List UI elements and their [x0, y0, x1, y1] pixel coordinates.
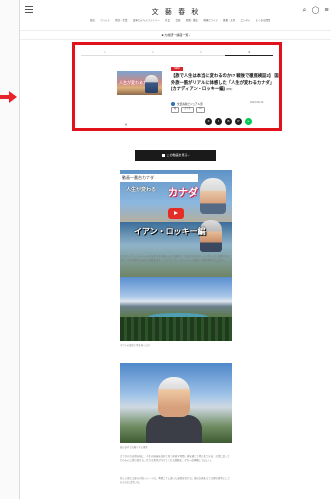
body-paragraph: カナディアン・ロッキーの大自然へ足を踏み入れた筆者が、その壮大なスケールと美しさ…	[120, 255, 230, 263]
series-link-bar[interactable]: ■ 大前研一講座一覧 ›	[20, 30, 331, 40]
landscape-photo	[120, 277, 232, 341]
nav-item-health[interactable]: 健康とライフ	[203, 18, 217, 26]
article-thumbnail[interactable]: 人生が変わるカナダ	[117, 71, 162, 95]
video-headline-small: 人生が変わる	[126, 187, 157, 193]
share-x-icon[interactable]: X	[205, 118, 212, 125]
share-hatena-icon[interactable]: B	[225, 118, 232, 125]
nav-item-society[interactable]: 社会	[165, 18, 170, 26]
thumbnail-person	[145, 75, 158, 93]
author-row[interactable]: 文藝春秋ビジュアル部	[171, 101, 203, 106]
video-name-overlay: イアン・ロッキー編	[134, 227, 206, 236]
article-edition: (PR)	[226, 87, 233, 92]
page: 文 藝 春 秋 ⌕ ◯ ≡ 政治 ワールド 経済・企業 皇室/ロイヤルファミリー…	[19, 0, 331, 499]
nav-item-politics[interactable]: 政治	[90, 18, 95, 26]
user-icon[interactable]: ◯	[311, 6, 320, 15]
portrait-photo	[120, 363, 232, 443]
tab-page-2[interactable]: 2	[129, 48, 177, 56]
tag-item[interactable]: カナダ	[181, 107, 194, 113]
share-buttons: X f B P L	[205, 118, 255, 125]
share-pocket-icon[interactable]: P	[235, 118, 242, 125]
expand-caret-icon[interactable]: ▼	[124, 122, 128, 127]
nav-item-world[interactable]: ワールド	[100, 18, 110, 26]
site-logo[interactable]: 文 藝 春 秋	[20, 7, 331, 17]
pagination-tabs: 1 2 3 4	[81, 48, 273, 56]
nav-item-royal[interactable]: 皇室/ロイヤルファミリー	[133, 18, 160, 26]
main-nav: 政治 ワールド 経済・企業 皇室/ロイヤルファミリー 社会 芸能 新聞・雑誌 健…	[90, 18, 270, 26]
body-paragraph: 美しい湖と山並みが続くルートは、季節ごとに違った表情を見せる。旅の計画を立てる際…	[120, 477, 230, 485]
tag-item[interactable]: PR	[195, 107, 205, 113]
video-headline-big: カナダ	[168, 188, 198, 199]
video-person-top	[200, 178, 226, 214]
article-body: この動画を見る › 動画一番台カナダ 人生が変わる カナダ イアン・ロッキー編 …	[20, 131, 331, 499]
photo-caption: ボウ川の風景と雪を頂く山々	[120, 345, 150, 347]
article-title-text: 【旅で人生は本当に変わるのか!? 戦後で徹底検証2】 国外旅一筋がリアルに体感し…	[171, 73, 279, 92]
nav-item-culture[interactable]: 教養・文化	[223, 18, 235, 26]
author-name: 文藝春秋ビジュアル部	[177, 102, 203, 106]
article-title[interactable]: 【旅で人生は本当に変わるのか!? 戦後で徹底検証2】 国外旅一筋がリアルに体感し…	[171, 73, 279, 93]
video-icon	[161, 153, 165, 157]
author-avatar	[171, 101, 175, 106]
nav-item-magazine[interactable]: 新聞・雑誌	[186, 18, 198, 26]
photo-person-head	[158, 377, 190, 417]
body-paragraph: カナダの大自然を前に、人生の意味を改めて見つめ直す時間。旅を通じて得た気づきは、…	[120, 455, 230, 463]
new-badge: NEW	[171, 67, 183, 71]
search-icon[interactable]: ⌕	[300, 6, 309, 15]
share-facebook-icon[interactable]: f	[215, 118, 222, 125]
play-button-icon[interactable]	[168, 208, 184, 219]
tag-list: 旅 カナダ PR	[171, 107, 207, 113]
nav-item-economy[interactable]: 経済・企業	[115, 18, 127, 26]
highlighted-article-card: 1 2 3 4 人生が変わるカナダ NEW 【旅で人生は本当に変わるのか!? 戦…	[72, 42, 282, 131]
watch-video-label: この動画を見る ›	[166, 153, 190, 157]
pointer-arrow-icon	[0, 91, 17, 103]
left-gutter	[0, 0, 19, 499]
photo-person-body	[146, 415, 202, 443]
series-bar-label: ■ 大前研一講座一覧 ›	[161, 33, 191, 37]
tag-item[interactable]: 旅	[171, 107, 180, 113]
nav-item-ent[interactable]: エンタメ	[241, 18, 251, 26]
watch-video-button[interactable]: この動画を見る ›	[135, 150, 216, 161]
photo-trees	[120, 317, 232, 341]
tab-page-4[interactable]: 4	[225, 48, 273, 56]
video-banner: 動画一番台カナダ	[120, 174, 198, 182]
nav-item-faq[interactable]: よくある質問	[256, 18, 270, 26]
publish-date: 2024-08-16	[250, 101, 264, 104]
tab-page-3[interactable]: 3	[177, 48, 225, 56]
tab-page-1[interactable]: 1	[81, 48, 129, 56]
share-line-icon[interactable]: L	[245, 118, 252, 125]
nav-item-entertainment[interactable]: 芸能	[176, 18, 181, 26]
photo-caption: 旅の途中で自撮りする筆者	[120, 447, 148, 449]
more-menu-icon[interactable]: ≡	[322, 6, 331, 15]
